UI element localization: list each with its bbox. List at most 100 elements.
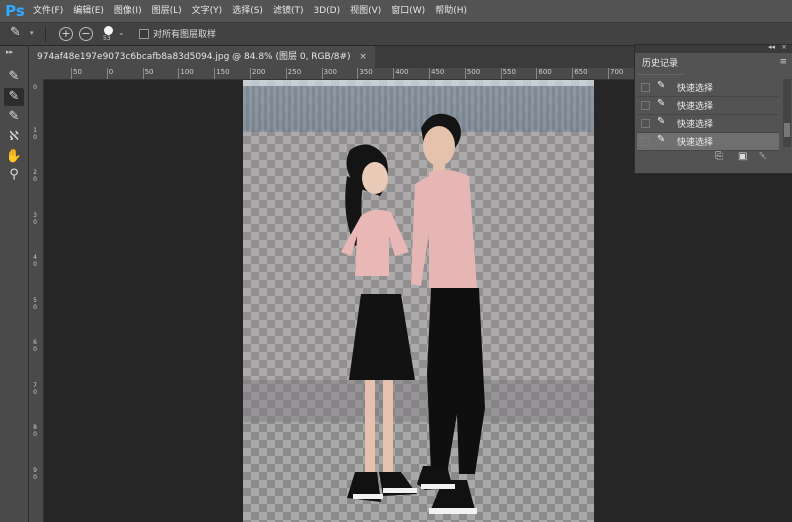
- document-tab[interactable]: 974af48e197e9073c6bcafb8a83d5094.jpg @ 8…: [29, 46, 375, 68]
- menu-file[interactable]: 文件(F): [28, 0, 68, 22]
- sample-all-layers-checkbox[interactable]: [139, 29, 149, 39]
- tool-preset-quick-select-icon[interactable]: ✎: [10, 25, 21, 40]
- ruler-v-label: 9 0: [33, 466, 37, 481]
- history-item-label: 快速选择: [677, 102, 714, 112]
- ruler-h-tick: [393, 68, 395, 79]
- menu-help[interactable]: 帮助(H): [430, 0, 472, 22]
- toolbox: ▸▸ ✎ ✎ ✎ ℵ ✋ ⚲: [0, 46, 29, 522]
- menu-select[interactable]: 选择(S): [227, 0, 268, 22]
- ruler-v-label: 6 0: [33, 339, 37, 353]
- ruler-h-tick: [214, 68, 216, 79]
- history-item-label: 快速选择: [677, 138, 714, 148]
- menu-layer[interactable]: 图层(L): [147, 0, 187, 22]
- ruler-v-label: 1 0: [33, 126, 37, 141]
- menu-filter[interactable]: 滤镜(T): [268, 0, 309, 22]
- ruler-h-tick: [321, 68, 323, 79]
- close-tab-icon[interactable]: ×: [359, 52, 367, 62]
- ruler-h-label: 400: [395, 68, 409, 76]
- girl-figure: [341, 144, 417, 502]
- ruler-v-label: 3 0: [33, 211, 37, 226]
- lasso-tool-icon[interactable]: ℵ: [4, 128, 24, 146]
- history-scrollbar[interactable]: [783, 79, 791, 147]
- history-source-checkbox[interactable]: [641, 119, 650, 128]
- collapse-panel-icon[interactable]: ◂◂: [768, 43, 775, 51]
- panel-menu-icon[interactable]: ≡: [779, 57, 787, 67]
- brush-preview-icon[interactable]: [104, 26, 113, 35]
- menu-3d[interactable]: 3D(D): [308, 0, 345, 22]
- quick-select-icon: ✎: [657, 134, 666, 145]
- menu-edit[interactable]: 编辑(E): [68, 0, 109, 22]
- history-source-checkbox[interactable]: [641, 137, 650, 146]
- history-list: ✎ 快速选择 ✎ 快速选择 ✎ 快速选择 ✎ 快速选择: [637, 79, 779, 151]
- quick-select-icon: ✎: [657, 98, 666, 109]
- camera-snapshot-icon[interactable]: ▣: [738, 151, 747, 162]
- brush-size-value: 53: [103, 35, 111, 42]
- menu-window[interactable]: 窗口(W): [386, 0, 430, 22]
- history-item-selected[interactable]: ✎ 快速选择: [637, 133, 779, 151]
- ruler-h-label: 600: [538, 68, 552, 76]
- ruler-h-tick: [429, 68, 430, 79]
- ruler-v-label: 0: [33, 84, 37, 91]
- ruler-h-label: 250: [287, 68, 302, 76]
- ruler-h-label: 0: [108, 68, 114, 76]
- ruler-v-label: 4 0: [33, 254, 37, 268]
- menu-view[interactable]: 视图(V): [345, 0, 386, 22]
- couple-photo: [341, 113, 485, 514]
- ruler-h-tick: [608, 68, 609, 79]
- menu-type[interactable]: 文字(Y): [187, 0, 228, 22]
- ruler-h-label: 50: [73, 68, 82, 76]
- history-source-checkbox[interactable]: [641, 101, 650, 110]
- history-item[interactable]: ✎ 快速选择: [637, 97, 779, 115]
- quick-select-icon: ✎: [657, 80, 666, 91]
- menu-bar: Ps 文件(F) 编辑(E) 图像(I) 图层(L) 文字(Y) 选择(S) 滤…: [0, 0, 792, 23]
- add-to-selection-button[interactable]: +: [59, 27, 73, 41]
- photoshop-logo[interactable]: Ps: [2, 0, 28, 22]
- subtract-from-selection-button[interactable]: −: [79, 27, 93, 41]
- ruler-h-tick: [285, 68, 287, 79]
- zoom-tool-icon[interactable]: ⚲: [4, 166, 24, 184]
- ruler-h-label: 350: [359, 68, 373, 76]
- preset-chevron-icon[interactable]: ▾: [30, 29, 34, 37]
- ruler-h-tick: [357, 68, 359, 79]
- brush-picker-chevron-icon[interactable]: ⌄: [118, 28, 125, 37]
- ruler-v-label: 5 0: [33, 296, 37, 311]
- ruler-h-tick: [572, 68, 574, 79]
- tab-history[interactable]: 历史记录: [637, 54, 684, 75]
- ruler-h-label: 450: [431, 68, 445, 76]
- ruler-h-label: 650: [574, 68, 588, 76]
- history-item-label: 快速选择: [677, 84, 714, 94]
- ruler-h-label: 150: [216, 68, 230, 76]
- close-panel-icon[interactable]: ×: [781, 43, 787, 51]
- magic-wand-tool-icon[interactable]: ✎: [4, 108, 24, 126]
- menu-image[interactable]: 图像(I): [109, 0, 147, 22]
- ruler-h-label: 500: [466, 68, 481, 76]
- ruler-corner[interactable]: [29, 68, 44, 79]
- history-scroll-thumb[interactable]: [784, 123, 790, 137]
- document-tab-title: 974af48e197e9073c6bcafb8a83d5094.jpg @ 8…: [37, 52, 351, 62]
- ruler-h-tick: [106, 68, 108, 79]
- toolbox-collapse-icon[interactable]: ▸▸: [6, 48, 13, 56]
- ruler-v-label: 7 0: [33, 381, 37, 396]
- vertical-ruler[interactable]: 0 1 0 2 0 3 0 4 0 5 0 6 0 7 0 8 0 9 0: [29, 79, 44, 522]
- ruler-h-label: 200: [252, 68, 266, 76]
- options-bar: ✎ ▾ + − 53 ⌄ 对所有图层取样: [0, 23, 792, 46]
- sample-all-layers-label: 对所有图层取样: [153, 30, 217, 40]
- boy-figure: [411, 113, 485, 514]
- ruler-h-label: 100: [180, 68, 194, 76]
- ruler-h-tick: [500, 68, 502, 79]
- hand-tool-icon[interactable]: ✋: [4, 148, 24, 166]
- quick-select-active-tool-icon[interactable]: ✎: [4, 88, 24, 106]
- history-item[interactable]: ✎ 快速选择: [637, 115, 779, 133]
- ruler-h-tick: [464, 68, 466, 79]
- ruler-h-tick: [536, 68, 538, 79]
- document-image[interactable]: [243, 80, 594, 522]
- history-item[interactable]: ✎ 快速选择: [637, 79, 779, 97]
- quick-select-tool-icon[interactable]: ✎: [4, 68, 24, 86]
- trash-icon[interactable]: ␡: [759, 151, 767, 162]
- history-item-label: 快速选择: [677, 120, 714, 130]
- ruler-v-label: 8 0: [33, 424, 37, 438]
- ruler-h-tick: [142, 68, 144, 79]
- document-tab-strip: 974af48e197e9073c6bcafb8a83d5094.jpg @ 8…: [29, 46, 634, 68]
- new-document-from-state-icon[interactable]: ⎘: [715, 151, 723, 162]
- history-source-checkbox[interactable]: [641, 83, 650, 92]
